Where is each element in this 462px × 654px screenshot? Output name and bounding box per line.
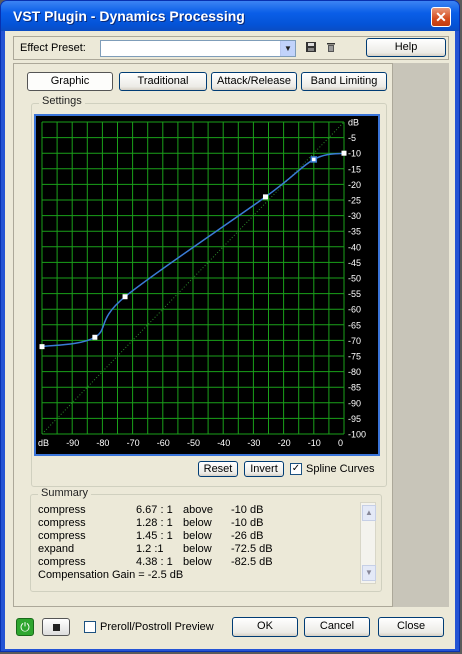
y-tick-label: -90 <box>348 398 361 408</box>
summary-type: compress <box>38 504 86 516</box>
x-tick-label: -90 <box>66 438 79 448</box>
y-tick-label: -15 <box>348 164 361 174</box>
y-tick-label: -5 <box>348 133 356 143</box>
x-tick-label: -40 <box>217 438 230 448</box>
control-point-handle[interactable] <box>310 156 318 163</box>
control-point-handle[interactable] <box>92 334 98 340</box>
summary-label: Summary <box>38 487 92 499</box>
y-tick-label: -80 <box>348 367 361 377</box>
y-tick-label: -70 <box>348 336 361 346</box>
summary-scrollbar[interactable]: ▲ ▼ <box>360 502 376 584</box>
y-tick-label: -65 <box>348 320 361 330</box>
summary-direction: above <box>183 504 213 516</box>
summary-threshold: -72.5 dB <box>231 543 273 555</box>
chevron-down-icon[interactable]: ▼ <box>280 41 295 56</box>
x-tick-label: -10 <box>308 438 321 448</box>
title-bar[interactable]: VST Plugin - Dynamics Processing ✕ <box>1 1 459 31</box>
summary-type: compress <box>38 530 86 542</box>
summary-row: compress 6.67 : 1 above -10 dB <box>38 504 356 517</box>
summary-threshold: -82.5 dB <box>231 556 273 568</box>
scroll-down-icon[interactable]: ▼ <box>362 565 376 581</box>
stop-button[interactable] <box>42 618 70 636</box>
settings-label: Settings <box>39 95 85 107</box>
x-tick-label: -20 <box>278 438 291 448</box>
summary-threshold: -10 dB <box>231 517 264 529</box>
transfer-graph-canvas[interactable]: dB -5 -10 -15 -20 -25 -30 -35 -40 -45 -50 -55 -60 -65… <box>36 116 378 454</box>
summary-ratio: 1.28 : 1 <box>136 517 173 529</box>
control-point-handle[interactable] <box>262 194 268 200</box>
trash-icon[interactable] <box>324 41 338 55</box>
summary-row: compress 1.28 : 1 below -10 dB <box>38 517 356 530</box>
y-tick-label: -75 <box>348 352 361 362</box>
summary-ratio: 1.45 : 1 <box>136 530 173 542</box>
transfer-graph[interactable]: dB -5 -10 -15 -20 -25 -30 -35 -40 -45 -50 -55 -60 -65… <box>34 114 380 456</box>
x-tick-label: dB <box>38 438 49 448</box>
effect-preset-select[interactable]: ▼ <box>100 40 296 57</box>
y-tick-label: -100 <box>348 430 366 440</box>
summary-row: compress 4.38 : 1 below -82.5 dB <box>38 556 356 569</box>
control-point-handle[interactable] <box>39 344 45 350</box>
summary-row: expand 1.2 :1 below -72.5 dB <box>38 543 356 556</box>
summary-text: compress 6.67 : 1 above -10 dB compress … <box>38 504 356 584</box>
summary-direction: below <box>183 517 212 529</box>
summary-ratio: 4.38 : 1 <box>136 556 173 568</box>
x-tick-label: -80 <box>96 438 109 448</box>
summary-ratio: 6.67 : 1 <box>136 504 173 516</box>
y-tick-label: -85 <box>348 383 361 393</box>
summary-direction: below <box>183 556 212 568</box>
side-strip <box>393 63 449 607</box>
summary-type: compress <box>38 556 86 568</box>
y-tick-label: -25 <box>348 196 361 206</box>
x-tick-label: -30 <box>247 438 260 448</box>
summary-threshold: -26 dB <box>231 530 264 542</box>
y-tick-label: -20 <box>348 180 361 190</box>
y-tick-label: dB <box>348 118 359 128</box>
reset-button[interactable]: Reset <box>198 461 238 477</box>
spline-curves-label: Spline Curves <box>306 463 375 475</box>
y-tick-label: -50 <box>348 274 361 284</box>
y-tick-label: -10 <box>348 149 361 159</box>
save-icon[interactable] <box>304 41 318 55</box>
preroll-checkbox[interactable] <box>84 621 96 633</box>
tab-traditional[interactable]: Traditional <box>119 72 207 91</box>
summary-direction: below <box>183 543 212 555</box>
control-point-handle[interactable] <box>341 150 347 156</box>
y-tick-label: -45 <box>348 258 361 268</box>
y-tick-label: -95 <box>348 414 361 424</box>
x-tick-label: -50 <box>187 438 200 448</box>
y-tick-label: -30 <box>348 211 361 221</box>
cancel-button[interactable]: Cancel <box>304 617 370 637</box>
preset-bar: Effect Preset: ▼ Help <box>13 36 449 60</box>
summary-row: compress 1.45 : 1 below -26 dB <box>38 530 356 543</box>
ok-button[interactable]: OK <box>232 617 298 637</box>
stop-icon <box>53 624 60 631</box>
y-tick-label: -40 <box>348 242 361 252</box>
window-title: VST Plugin - Dynamics Processing <box>13 8 245 24</box>
summary-type: expand <box>38 543 75 555</box>
y-tick-label: -35 <box>348 227 361 237</box>
effect-preset-label: Effect Preset: <box>20 42 86 54</box>
y-tick-label: -60 <box>348 305 361 315</box>
compensation-gain: Compensation Gain = -2.5 dB <box>38 569 184 581</box>
close-button[interactable]: Close <box>378 617 444 637</box>
close-icon[interactable]: ✕ <box>431 7 451 27</box>
spline-curves-checkbox[interactable]: ✓ <box>290 463 302 475</box>
tab-attack-release[interactable]: Attack/Release <box>211 72 297 91</box>
summary-ratio: 1.2 :1 <box>136 543 164 555</box>
scroll-up-icon[interactable]: ▲ <box>362 505 376 521</box>
control-point-handle[interactable] <box>122 294 128 300</box>
summary-direction: below <box>183 530 212 542</box>
summary-threshold: -10 dB <box>231 504 264 516</box>
x-tick-label: 0 <box>338 438 343 448</box>
preroll-label: Preroll/Postroll Preview <box>100 621 214 633</box>
x-tick-label: -70 <box>127 438 140 448</box>
power-icon[interactable]: ⏻ <box>16 618 34 636</box>
y-tick-label: -55 <box>348 289 361 299</box>
tab-band-limiting[interactable]: Band Limiting <box>301 72 387 91</box>
help-button[interactable]: Help <box>366 38 446 57</box>
summary-type: compress <box>38 517 86 529</box>
x-tick-label: -60 <box>157 438 170 448</box>
invert-button[interactable]: Invert <box>244 461 284 477</box>
tab-graphic[interactable]: Graphic <box>27 72 113 91</box>
